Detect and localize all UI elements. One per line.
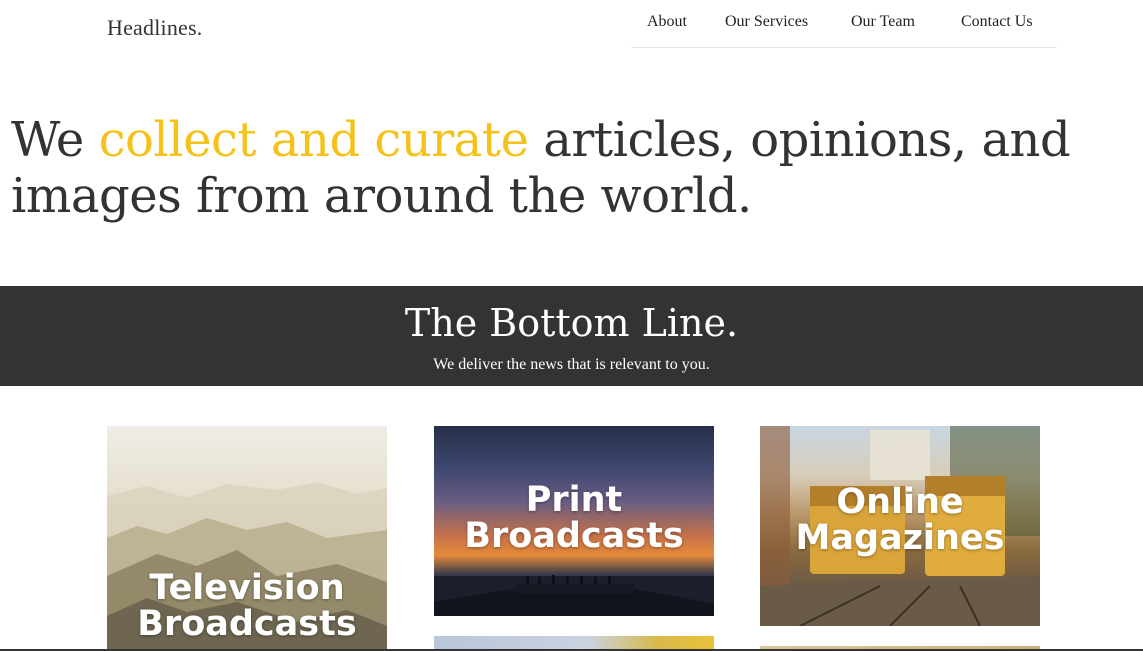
card-print-broadcasts[interactable]: Print Broadcasts bbox=[434, 426, 714, 616]
card-label: Online Magazines bbox=[795, 482, 1005, 558]
card-television-broadcasts[interactable]: Television Broadcasts bbox=[107, 426, 387, 651]
page: Headlines. About Our Services Our Team C… bbox=[0, 0, 1143, 651]
top-nav: About Our Services Our Team Contact Us bbox=[631, 0, 1057, 48]
card-label: Television Broadcasts bbox=[137, 568, 357, 644]
nav-contact-us[interactable]: Contact Us bbox=[961, 13, 1033, 31]
nav-our-services[interactable]: Our Services bbox=[725, 13, 808, 31]
nav-about[interactable]: About bbox=[647, 13, 687, 31]
hero-text-before: We bbox=[11, 112, 99, 168]
brand-logo[interactable]: Headlines. bbox=[107, 15, 202, 41]
hero-accent-text: collect and curate bbox=[98, 112, 529, 168]
nav-our-team[interactable]: Our Team bbox=[851, 13, 915, 31]
hero-headline: We collect and curate articles, opinions… bbox=[11, 112, 1141, 224]
bottom-line-banner: The Bottom Line. We deliver the news tha… bbox=[0, 286, 1143, 386]
banner-title: The Bottom Line. bbox=[404, 301, 739, 345]
card-online-magazines[interactable]: Online Magazines bbox=[760, 426, 1040, 626]
card-label: Print Broadcasts bbox=[464, 480, 684, 556]
banner-subtitle: We deliver the news that is relevant to … bbox=[433, 356, 710, 373]
